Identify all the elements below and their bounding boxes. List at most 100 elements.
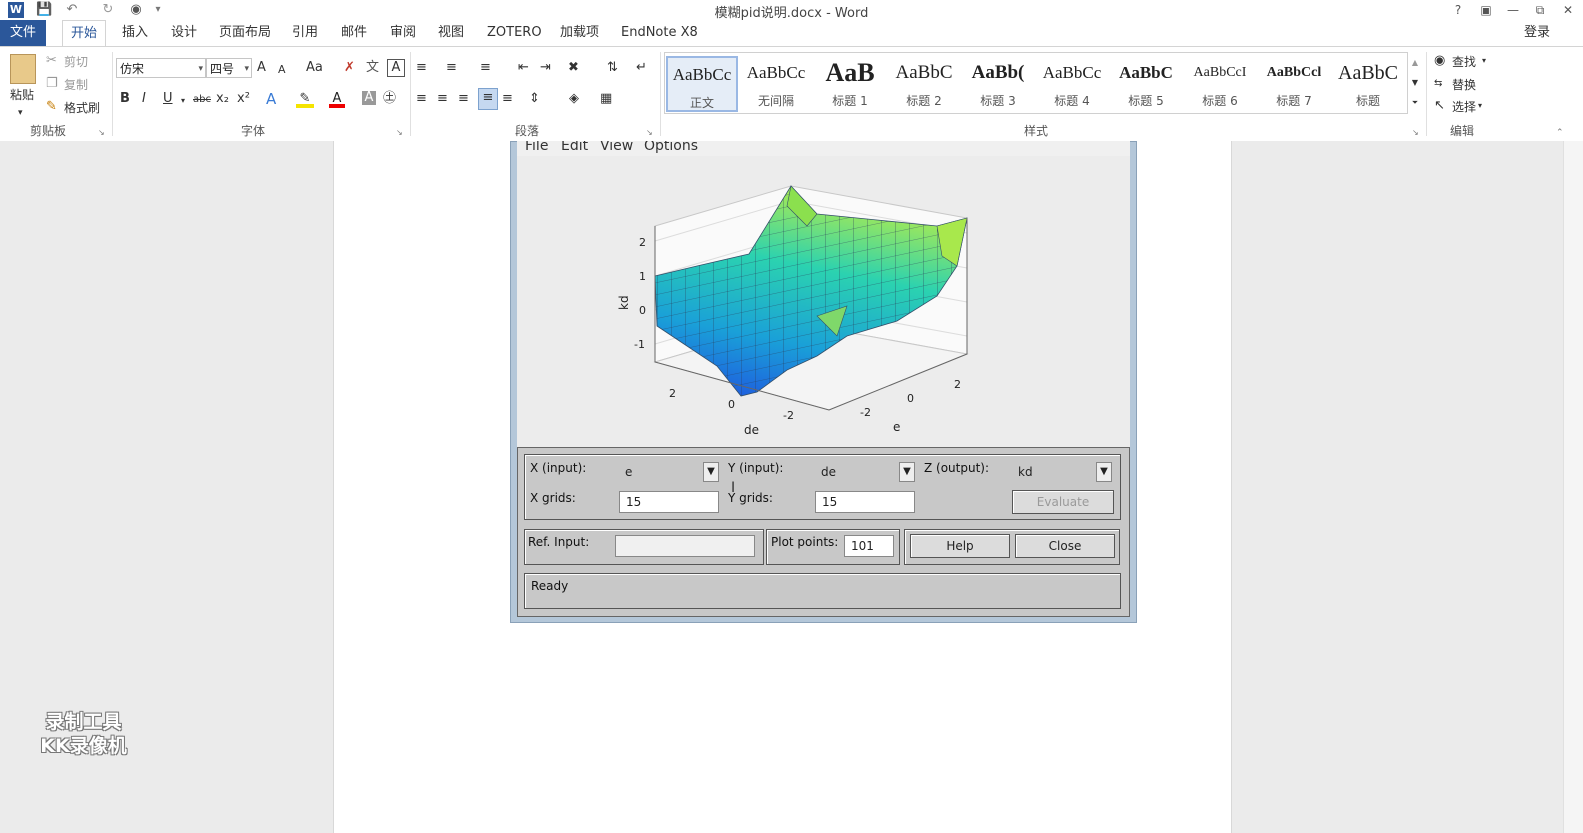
justify-icon[interactable]: ≡	[478, 88, 498, 110]
copy-button[interactable]: 复制	[64, 76, 88, 93]
tab-endnote[interactable]: EndNote X8	[613, 20, 706, 46]
select-cursor-icon[interactable]: ↖	[1434, 97, 1445, 115]
replace-icon[interactable]: ⇆	[1434, 75, 1442, 93]
tab-home[interactable]: 开始	[62, 20, 107, 46]
y-input-select[interactable]: de	[815, 462, 899, 482]
minimize-icon[interactable]: —	[1503, 1, 1523, 19]
gallery-scroll-down-icon[interactable]: ▼	[1408, 74, 1422, 92]
gallery-scroll-up-icon[interactable]: ▲	[1408, 54, 1422, 72]
multilevel-list-icon[interactable]: ≡	[480, 59, 491, 77]
tab-references[interactable]: 引用	[284, 20, 326, 46]
customize-toolbar-icon[interactable]: ▾	[150, 2, 166, 18]
paste-icon[interactable]	[10, 54, 36, 84]
paragraph-launcher-icon[interactable]: ↘	[646, 124, 653, 142]
increase-indent-icon[interactable]: ⇥	[540, 59, 551, 77]
style-title[interactable]: AaBbC 标题	[1332, 56, 1404, 112]
italic-icon[interactable]: I	[142, 90, 146, 108]
align-left-icon[interactable]: ≡	[416, 90, 427, 108]
copy-icon[interactable]: ❐	[46, 75, 58, 93]
word-app-icon[interactable]: W	[8, 2, 24, 18]
superscript-icon[interactable]: x²	[237, 90, 250, 108]
shrink-font-icon[interactable]: A	[278, 61, 286, 79]
ref-input-field[interactable]	[615, 535, 755, 557]
character-shading-icon[interactable]: A	[362, 91, 376, 105]
grow-font-icon[interactable]: A	[257, 59, 266, 77]
chevron-down-icon[interactable]: ▾	[1478, 97, 1482, 115]
styles-launcher-icon[interactable]: ↘	[1412, 124, 1419, 142]
find-button[interactable]: 查找	[1452, 53, 1476, 70]
tab-insert[interactable]: 插入	[114, 20, 156, 46]
enclose-characters-icon[interactable]: ㊏	[383, 90, 396, 108]
chevron-down-icon[interactable]: ▾	[181, 92, 185, 110]
style-heading-4[interactable]: AaBbCc 标题 4	[1036, 56, 1108, 112]
show-marks-icon[interactable]: ↵	[636, 59, 647, 77]
tab-zotero[interactable]: ZOTERO	[479, 20, 550, 46]
close-window-icon[interactable]: ✕	[1558, 1, 1578, 19]
clear-formatting-icon[interactable]: ✗	[344, 59, 355, 77]
tab-design[interactable]: 设计	[163, 20, 205, 46]
clipboard-launcher-icon[interactable]: ↘	[98, 124, 105, 142]
bold-icon[interactable]: B	[120, 90, 130, 108]
shading-icon[interactable]: ◈	[569, 90, 579, 108]
font-size-combo[interactable]: 四号 ▾	[206, 58, 252, 78]
subscript-icon[interactable]: x₂	[216, 90, 229, 108]
strikethrough-icon[interactable]: abc	[193, 91, 211, 109]
phonetic-guide-icon[interactable]: 文	[366, 59, 379, 77]
ribbon-display-options-icon[interactable]: ▣	[1476, 1, 1496, 19]
style-heading-3[interactable]: AaBb( 标题 3	[962, 56, 1034, 112]
format-painter-icon[interactable]: ✎	[46, 98, 57, 116]
z-output-select[interactable]: kd	[1012, 462, 1096, 482]
borders-icon[interactable]: ▦	[600, 90, 612, 108]
underline-icon[interactable]: U	[163, 90, 173, 108]
tab-review[interactable]: 审阅	[382, 20, 424, 46]
paste-button[interactable]: 粘贴	[10, 86, 34, 103]
paste-dropdown-icon[interactable]: ▾	[18, 104, 23, 122]
text-effects-icon[interactable]: A	[266, 90, 276, 108]
align-center-icon[interactable]: ≡	[437, 90, 448, 108]
style-normal[interactable]: AaBbCc 正文	[666, 56, 738, 112]
align-right-icon[interactable]: ≡	[458, 90, 469, 108]
chevron-down-icon[interactable]: ▼	[899, 462, 915, 482]
restore-icon[interactable]: ⧉	[1530, 1, 1550, 19]
find-icon[interactable]: ◉	[1434, 52, 1445, 70]
numbering-icon[interactable]: ≡	[446, 59, 457, 77]
vertical-scrollbar[interactable]	[1563, 141, 1583, 833]
style-heading-5[interactable]: AaBbC 标题 5	[1110, 56, 1182, 112]
character-border-icon[interactable]: A	[387, 59, 405, 77]
tab-view[interactable]: 视图	[430, 20, 472, 46]
sort-icon[interactable]: ⇅	[607, 59, 618, 77]
font-color-icon[interactable]: A	[329, 90, 345, 108]
sign-in-link[interactable]: 登录	[1516, 20, 1558, 46]
highlight-icon[interactable]: ✎	[296, 90, 314, 108]
undo-icon[interactable]: ↶	[64, 2, 80, 18]
tab-layout[interactable]: 页面布局	[211, 20, 279, 46]
menu-options[interactable]: Options	[644, 141, 698, 154]
redo-icon[interactable]: ↻	[100, 2, 116, 18]
chevron-down-icon[interactable]: ▾	[1482, 52, 1486, 70]
style-heading-7[interactable]: AaBbCcl 标题 7	[1258, 56, 1330, 112]
line-spacing-icon[interactable]: ⇕	[529, 90, 540, 108]
menu-file[interactable]: File	[525, 141, 548, 154]
y-grids-input[interactable]: 15	[815, 491, 915, 513]
evaluate-button[interactable]: Evaluate	[1012, 490, 1114, 514]
tab-mailings[interactable]: 邮件	[333, 20, 375, 46]
help-button-matlab[interactable]: Help	[910, 534, 1010, 558]
style-heading-6[interactable]: AaBbCcI 标题 6	[1184, 56, 1256, 112]
style-no-spacing[interactable]: AaBbCc 无间隔	[740, 56, 812, 112]
distributed-icon[interactable]: ≡	[502, 90, 513, 108]
tab-file[interactable]: 文件	[0, 20, 46, 46]
cut-button[interactable]: 剪切	[64, 53, 88, 70]
replace-button[interactable]: 替换	[1452, 76, 1476, 93]
format-painter-button[interactable]: 格式刷	[64, 99, 100, 116]
chevron-down-icon[interactable]: ▼	[703, 462, 719, 482]
style-heading-2[interactable]: AaBbC 标题 2	[888, 56, 960, 112]
save-icon[interactable]: 💾	[36, 2, 52, 18]
chinese-layout-icon[interactable]: ✖	[568, 59, 579, 77]
bullets-icon[interactable]: ≡	[416, 59, 427, 77]
x-grids-input[interactable]: 15	[619, 491, 719, 513]
chevron-down-icon[interactable]: ▼	[1096, 462, 1112, 482]
decrease-indent-icon[interactable]: ⇤	[518, 59, 529, 77]
close-button-matlab[interactable]: Close	[1015, 534, 1115, 558]
binoculars-icon[interactable]: ◉	[128, 2, 144, 18]
x-input-select[interactable]: e	[619, 462, 703, 482]
